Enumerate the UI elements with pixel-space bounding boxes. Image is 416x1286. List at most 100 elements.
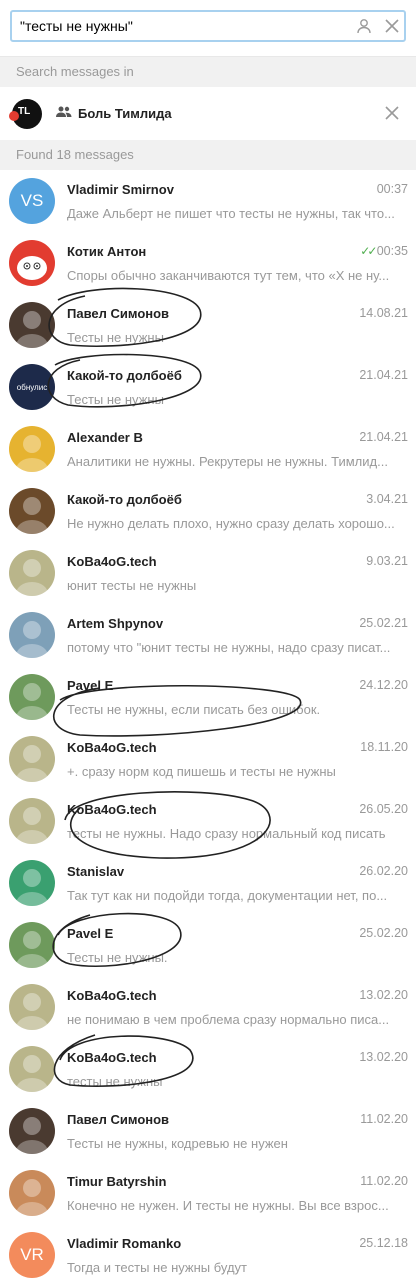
avatar xyxy=(9,240,55,286)
sender-name: KoBa4oG.tech xyxy=(67,740,157,755)
message-date-text: 25.02.21 xyxy=(359,616,408,630)
sender-name: Pavel E xyxy=(67,926,114,941)
chat-logo: TL xyxy=(9,98,42,129)
sender-name: KoBa4oG.tech xyxy=(67,988,157,1003)
chat-logo-text: TL xyxy=(18,105,31,117)
message-date: 18.11.20 xyxy=(360,740,408,754)
message-result[interactable]: Pavel E 25.02.20 Тесты не нужны. xyxy=(0,914,416,976)
message-date: 13.02.20 xyxy=(359,988,408,1002)
remove-chat-filter-icon[interactable] xyxy=(384,105,400,121)
message-date: ✓✓ 00:35 xyxy=(360,244,408,258)
message-date-text: 9.03.21 xyxy=(366,554,408,568)
photo-avatar-icon xyxy=(16,1055,48,1092)
sender-name: Павел Симонов xyxy=(67,306,170,321)
message-preview: тесты не нужны xyxy=(67,1074,163,1089)
message-date-text: 21.04.21 xyxy=(359,368,408,382)
message-preview: Тесты не нужны. xyxy=(67,950,168,965)
photo-avatar-icon xyxy=(16,1179,48,1216)
sender-name: KoBa4oG.tech xyxy=(67,554,157,569)
sender-name: Vladimir Romanko xyxy=(67,1236,182,1251)
message-date-text: 00:35 xyxy=(376,244,408,258)
avatar xyxy=(9,736,55,782)
message-result[interactable]: KoBa4oG.tech 13.02.20 тесты не нужны xyxy=(0,1038,416,1100)
avatar xyxy=(9,550,55,596)
chat-name: Боль Тимлида xyxy=(78,106,172,121)
message-result[interactable]: Artem Shpynov 25.02.21 потому что "юнит те… xyxy=(0,604,416,666)
avatar xyxy=(9,612,55,658)
avatar-caption: обнулис xyxy=(16,382,48,392)
avatar xyxy=(9,984,55,1030)
results-list: VS Vladimir Smirnov 00:37 Даже Альберт не п… xyxy=(0,170,416,1286)
photo-avatar-icon xyxy=(16,311,48,348)
avatar xyxy=(9,674,55,720)
message-preview: не понимаю в чем проблема сразу нормальн… xyxy=(67,1012,390,1027)
search-chat-filter[interactable]: TL Боль Тимлида xyxy=(0,87,416,140)
photo-avatar-icon xyxy=(16,559,48,596)
sender-name: Timur Batyrshin xyxy=(67,1174,167,1189)
message-date: 24.12.20 xyxy=(359,678,408,692)
sender-name: Котик Антон xyxy=(67,244,147,259)
message-date: 13.02.20 xyxy=(359,1050,408,1064)
message-result[interactable]: KoBa4oG.tech 13.02.20 не понимаю в чем про… xyxy=(0,976,416,1038)
message-result[interactable]: VR Vladimir Romanko 25.12.18 Тогда и тесты … xyxy=(0,1224,416,1286)
user-filter-icon[interactable] xyxy=(356,18,372,34)
search-input[interactable] xyxy=(10,10,406,42)
message-preview: Тесты не нужны xyxy=(67,392,164,407)
message-date: 25.02.21 xyxy=(359,616,408,630)
message-result[interactable]: Павел Симонов 14.08.21 Тесты не нужны xyxy=(0,294,416,356)
message-date-text: 3.04.21 xyxy=(366,492,408,506)
message-result[interactable]: Павел Симонов 11.02.20 Тесты не нужны, код… xyxy=(0,1100,416,1162)
message-preview: Тесты не нужны xyxy=(67,330,164,345)
message-preview: потому что "юнит тесты не нужны, надо ср… xyxy=(67,640,391,655)
message-result[interactable]: KoBa4oG.tech 18.11.20 +. сразу норм код пи… xyxy=(0,728,416,790)
avatar xyxy=(9,1046,55,1092)
message-date-text: 13.02.20 xyxy=(359,988,408,1002)
message-preview: Даже Альберт не пишет что тесты не нужны… xyxy=(67,206,395,221)
message-date: 21.04.21 xyxy=(359,368,408,382)
clear-search-icon[interactable] xyxy=(384,18,400,34)
message-date-text: 00:37 xyxy=(376,182,408,196)
search-in-label: Search messages in xyxy=(0,57,416,87)
message-result[interactable]: Котик Антон ✓✓ 00:35 Споры обычно заканчив… xyxy=(0,232,416,294)
avatar xyxy=(9,1108,55,1154)
message-preview: юнит тесты не нужны xyxy=(67,578,197,593)
message-result[interactable]: KoBa4oG.tech 26.05.20 тесты не нужны. Надо… xyxy=(0,790,416,852)
message-result[interactable]: KoBa4oG.tech 9.03.21 юнит тесты не нужны xyxy=(0,542,416,604)
photo-avatar-icon xyxy=(16,807,48,844)
message-result[interactable]: обнулис Какой-то долбоёб 21.04.21 Тесты не … xyxy=(0,356,416,418)
sender-name: Vladimir Smirnov xyxy=(67,182,174,197)
found-count-label: Found 18 messages xyxy=(0,140,416,170)
sender-name: Какой-то долбоёб xyxy=(67,492,182,507)
message-preview: Не нужно делать плохо, нужно сразу делат… xyxy=(67,516,395,531)
sender-name: Pavel E xyxy=(67,678,114,693)
message-date: 26.02.20 xyxy=(359,864,408,878)
message-date: 11.02.20 xyxy=(360,1112,408,1126)
message-date-text: 26.02.20 xyxy=(359,864,408,878)
message-result[interactable]: Timur Batyrshin 11.02.20 Конечно не нужен.… xyxy=(0,1162,416,1224)
photo-avatar-icon xyxy=(16,993,48,1030)
message-preview: Тогда и тесты не нужны будут xyxy=(67,1260,248,1275)
cat-avatar-icon xyxy=(17,256,47,280)
message-date: 14.08.21 xyxy=(359,306,408,320)
avatar xyxy=(9,302,55,348)
message-preview: тесты не нужны. Надо сразу нормальный ко… xyxy=(67,826,386,841)
message-result[interactable]: VS Vladimir Smirnov 00:37 Даже Альберт не п… xyxy=(0,170,416,232)
sender-name: Alexander B xyxy=(67,430,143,445)
message-result[interactable]: Pavel E 24.12.20 Тесты не нужны, если писа… xyxy=(0,666,416,728)
avatar-initials: VS xyxy=(20,191,44,210)
photo-avatar-icon xyxy=(16,1117,48,1154)
message-preview: Споры обычно заканчиваются тут тем, что … xyxy=(67,268,390,283)
message-preview: Тесты не нужны, кодревью не нужен xyxy=(67,1136,288,1151)
sender-name: KoBa4oG.tech xyxy=(67,1050,157,1065)
message-date-text: 14.08.21 xyxy=(359,306,408,320)
avatar xyxy=(9,860,55,906)
sender-name: Павел Симонов xyxy=(67,1112,170,1127)
message-result[interactable]: Alexander B 21.04.21 Аналитики не нужны. Р… xyxy=(0,418,416,480)
message-date-text: 24.12.20 xyxy=(359,678,408,692)
message-date-text: 11.02.20 xyxy=(360,1112,408,1126)
photo-avatar-icon xyxy=(16,435,48,472)
avatar-initials: VR xyxy=(20,1245,44,1264)
message-result[interactable]: Stanislav 26.02.20 Так тут как ни подойди … xyxy=(0,852,416,914)
photo-avatar-icon xyxy=(16,745,48,782)
message-result[interactable]: Какой-то долбоёб 3.04.21 Не нужно делать п… xyxy=(0,480,416,542)
